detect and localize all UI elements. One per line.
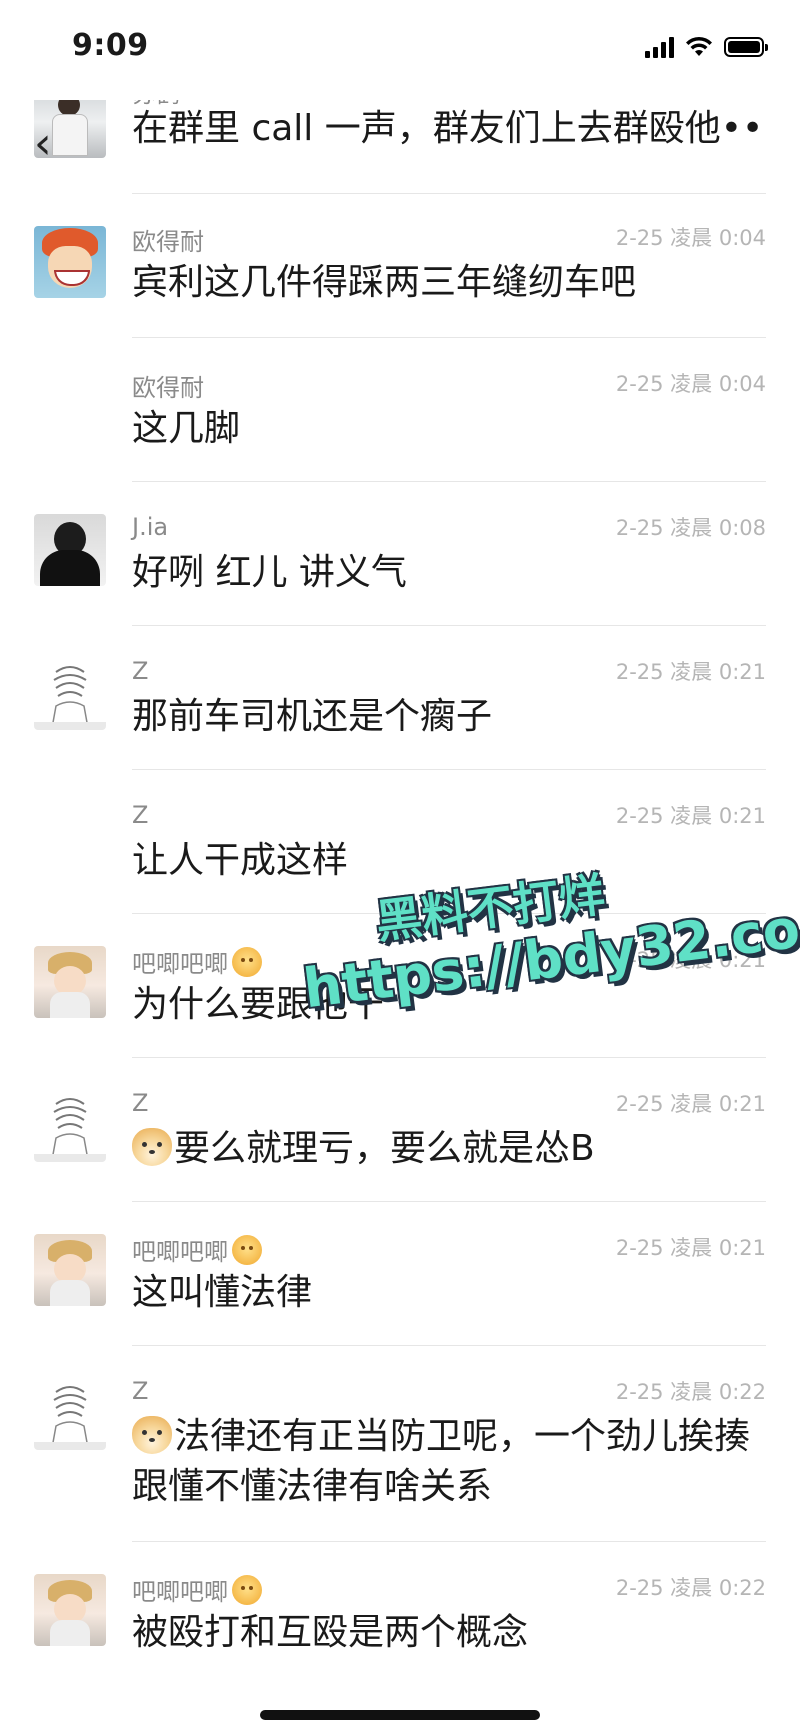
- message-time: 2-25 凌晨 0:22: [615, 1576, 766, 1600]
- sender-name: 欧得耐: [132, 228, 204, 256]
- list-item[interactable]: 欧得耐 2-25 凌晨 0:04 这几脚: [0, 338, 800, 482]
- avatar[interactable]: [34, 514, 106, 586]
- sender-name: 吧唧吧唧: [132, 1232, 262, 1267]
- message-time: 2-25 凌晨 0:21: [615, 948, 766, 972]
- chevron-left-icon[interactable]: ‹: [34, 122, 52, 166]
- message-time: 2-25 凌晨 0:22: [615, 1380, 766, 1404]
- avatar[interactable]: [34, 1378, 106, 1450]
- message-time: 2-25 凌晨 0:21: [615, 660, 766, 684]
- message-text: 让人干成这样: [132, 840, 349, 881]
- avatar[interactable]: [34, 226, 106, 298]
- list-item[interactable]: 欧得耐 2-25 凌晨 0:04 宾利这几件得踩两三年缝纫车吧: [0, 194, 800, 338]
- sender-name: Z: [132, 657, 149, 685]
- sender-name: 吧唧吧唧: [132, 944, 262, 979]
- sketch-figure-icon: [34, 1098, 106, 1162]
- sketch-figure-icon: [34, 666, 106, 730]
- battery-icon: [724, 37, 768, 57]
- list-item[interactable]: J.ia 2-25 凌晨 0:08 好咧 红儿 讲义气: [0, 482, 800, 626]
- status-icons: [645, 36, 768, 58]
- smiling-face-icon: [232, 1234, 262, 1265]
- message-text: 这叫懂法律: [132, 1272, 313, 1313]
- message-list[interactable]: 苏鹤 2-25 凌晨 0:03 在群里 call 一声，群友们上去群殴他•• 欧…: [0, 78, 800, 1692]
- wifi-icon: [686, 36, 712, 56]
- status-bar: 9:09: [0, 0, 800, 100]
- doge-icon: [132, 1416, 172, 1454]
- message-text: 这几脚: [132, 408, 241, 449]
- avatar[interactable]: [34, 1090, 106, 1162]
- list-item[interactable]: Z 2-25 凌晨 0:21 要么就理亏，要么就是怂B: [0, 1058, 800, 1202]
- avatar[interactable]: [34, 1574, 106, 1646]
- message-text: 为什么要跟他干: [132, 984, 385, 1025]
- sender-name: J.ia: [132, 513, 169, 541]
- list-item[interactable]: Z 2-25 凌晨 0:21 让人干成这样: [0, 770, 800, 914]
- message-time: 2-25 凌晨 0:08: [615, 516, 766, 540]
- sender-name: 吧唧吧唧: [132, 1572, 262, 1607]
- message-time: 2-25 凌晨 0:21: [615, 1092, 766, 1116]
- list-item[interactable]: Z 2-25 凌晨 0:22 法律还有正当防卫呢，一个劲儿挨揍跟懂不懂法律有啥关…: [0, 1346, 800, 1542]
- avatar[interactable]: [34, 1234, 106, 1306]
- message-time: 2-25 凌晨 0:21: [615, 804, 766, 828]
- message-text: 那前车司机还是个瘸子: [132, 696, 493, 737]
- smiling-face-icon: [232, 946, 262, 977]
- smiling-face-icon: [232, 1574, 262, 1605]
- avatar[interactable]: [34, 658, 106, 730]
- sender-name: Z: [132, 801, 149, 829]
- message-time: 2-25 凌晨 0:21: [615, 1236, 766, 1260]
- message-time: 2-25 凌晨 0:04: [615, 226, 766, 250]
- message-text: 要么就理亏，要么就是怂B: [132, 1124, 766, 1174]
- message-time: 2-25 凌晨 0:04: [615, 372, 766, 396]
- list-item[interactable]: Z 2-25 凌晨 0:21 那前车司机还是个瘸子: [0, 626, 800, 770]
- sender-name: Z: [132, 1377, 149, 1405]
- message-text: 被殴打和互殴是两个概念: [132, 1612, 529, 1653]
- message-text: 好咧 红儿 讲义气: [132, 552, 407, 593]
- message-text: 宾利这几件得踩两三年缝纫车吧: [132, 262, 637, 303]
- list-item[interactable]: 吧唧吧唧 2-25 凌晨 0:22 被殴打和互殴是两个概念: [0, 1542, 800, 1692]
- sketch-figure-icon: [34, 1386, 106, 1450]
- list-item[interactable]: 吧唧吧唧 2-25 凌晨 0:21 为什么要跟他干: [0, 914, 800, 1058]
- home-indicator[interactable]: [260, 1710, 540, 1720]
- message-text: 法律还有正当防卫呢，一个劲儿挨揍跟懂不懂法律有啥关系: [132, 1416, 751, 1507]
- avatar[interactable]: [34, 946, 106, 1018]
- cellular-signal-icon: [645, 36, 674, 58]
- list-item[interactable]: 吧唧吧唧 2-25 凌晨 0:21 这叫懂法律: [0, 1202, 800, 1346]
- sender-name: Z: [132, 1089, 149, 1117]
- message-text: 在群里 call 一声，群友们上去群殴他••: [132, 108, 764, 149]
- doge-icon: [132, 1128, 172, 1166]
- sender-name: 欧得耐: [132, 374, 204, 402]
- status-time: 9:09: [72, 28, 149, 63]
